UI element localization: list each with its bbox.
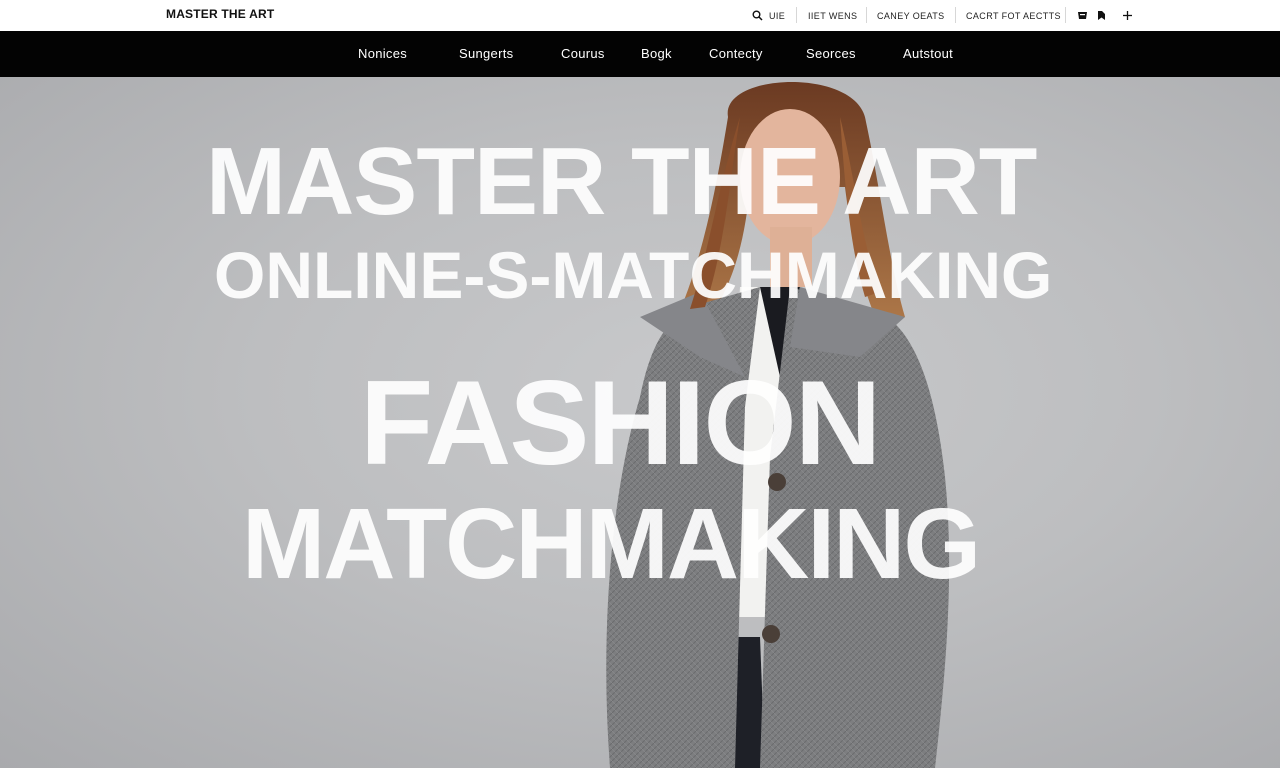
hero-headline-1: MASTER THE ART (206, 128, 1037, 235)
utility-link-3[interactable]: CACRT FOT AECTTS (966, 0, 1061, 31)
divider (1065, 7, 1066, 23)
bag-icon (1077, 12, 1087, 19)
brand-logo[interactable]: MASTER THE ART (166, 7, 274, 21)
search-link[interactable]: UIE (752, 0, 785, 31)
hero-section: MASTER THE ART ONLINE-S-MATCHMAKING FASH… (0, 77, 1280, 768)
nav-item-sources[interactable]: Seorces (806, 31, 856, 77)
divider (796, 7, 797, 23)
hero-headline-3: FASHION (360, 356, 881, 490)
add-button[interactable] (1119, 0, 1135, 31)
nav-item-contact[interactable]: Contecty (709, 31, 763, 77)
nav-item-notices[interactable]: Nonices (358, 31, 407, 77)
search-label: UIE (769, 10, 786, 21)
divider (866, 7, 867, 23)
plus-icon (1122, 11, 1132, 20)
nav-item-about[interactable]: Autstout (903, 31, 953, 77)
hero-headline-4: MATCHMAKING (242, 488, 981, 600)
nav-item-sungerts[interactable]: Sungerts (459, 31, 513, 77)
bookmark-icon (1097, 11, 1105, 20)
bookmark-button[interactable] (1093, 0, 1109, 31)
main-nav: Nonices Sungerts Courus Bogk Contecty Se… (0, 31, 1280, 77)
top-utility-bar: MASTER THE ART UIE IIET WENS CANEY OEATS… (0, 0, 1280, 31)
utility-link-2[interactable]: CANEY OEATS (877, 0, 945, 31)
nav-item-courses[interactable]: Courus (561, 31, 605, 77)
nav-item-book[interactable]: Bogk (641, 31, 672, 77)
search-icon (752, 10, 763, 21)
divider (955, 7, 956, 23)
utility-link-1[interactable]: IIET WENS (808, 0, 857, 31)
bag-button[interactable] (1074, 0, 1090, 31)
hero-headline-2: ONLINE-S-MATCHMAKING (214, 238, 1053, 312)
